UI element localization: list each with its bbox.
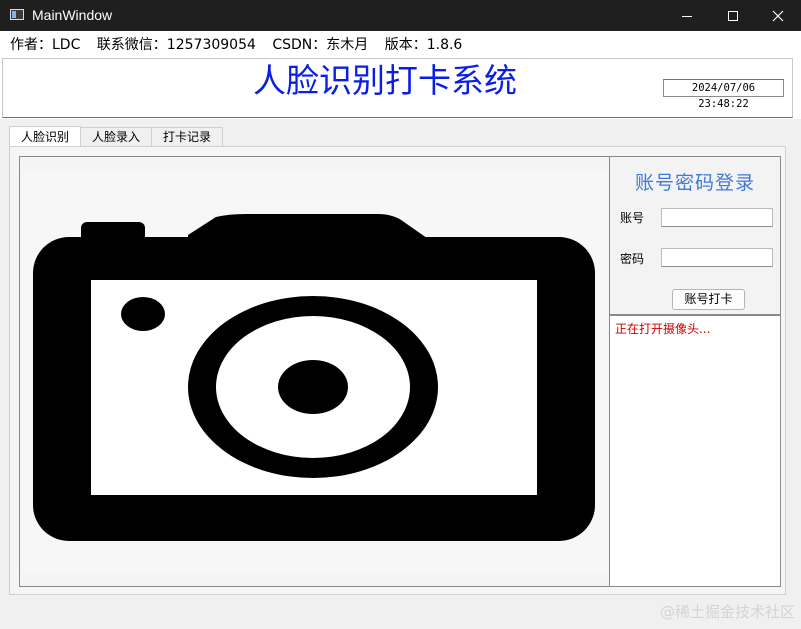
- maximize-button[interactable]: [710, 0, 756, 31]
- login-panel: 账号密码登录 账号 密码 账号打卡: [609, 156, 781, 315]
- maximize-icon: [728, 10, 738, 21]
- minimize-icon: [682, 15, 692, 17]
- csdn-label: CSDN：东木月: [272, 37, 369, 53]
- system-title: 人脸识别打卡系统: [253, 61, 517, 100]
- camera-view: [19, 156, 610, 587]
- minimize-button[interactable]: [664, 0, 710, 31]
- tab-face-recognition[interactable]: 人脸识别: [9, 126, 82, 147]
- app-icon: [10, 9, 24, 20]
- camera-icon: [22, 171, 608, 573]
- password-label: 密码: [620, 252, 645, 266]
- close-button[interactable]: [755, 0, 801, 31]
- log-message: 正在打开摄像头...: [615, 322, 711, 336]
- version-label: 版本：1.8.6: [384, 37, 463, 53]
- datetime-display: 2024/07/06 23:48:22: [663, 79, 784, 110]
- login-title: 账号密码登录: [634, 172, 755, 194]
- tab-bar: 人脸识别 人脸录入 打卡记录: [9, 126, 224, 147]
- account-label: 账号: [620, 211, 645, 225]
- tab-face-enroll[interactable]: 人脸录入: [80, 127, 153, 146]
- title-bar: MainWindow: [0, 0, 801, 31]
- account-checkin-button[interactable]: 账号打卡: [672, 289, 745, 310]
- log-panel[interactable]: 正在打开摄像头...: [609, 315, 781, 587]
- author-label: 作者：LDC: [10, 37, 81, 53]
- password-input[interactable]: [661, 248, 773, 267]
- wechat-label: 联系微信：1257309054: [96, 37, 256, 53]
- close-icon: [772, 10, 784, 21]
- tab-checkin-records[interactable]: 打卡记录: [151, 127, 224, 146]
- header-panel: 人脸识别打卡系统 2024/07/06 23:48:22: [2, 58, 793, 118]
- account-input[interactable]: [661, 208, 773, 227]
- watermark: @稀土掘金技术社区: [659, 603, 795, 621]
- info-bar: 作者：LDC 联系微信：1257309054 CSDN：东木月 版本：1.8.6: [10, 36, 474, 54]
- window-title: MainWindow: [32, 7, 113, 23]
